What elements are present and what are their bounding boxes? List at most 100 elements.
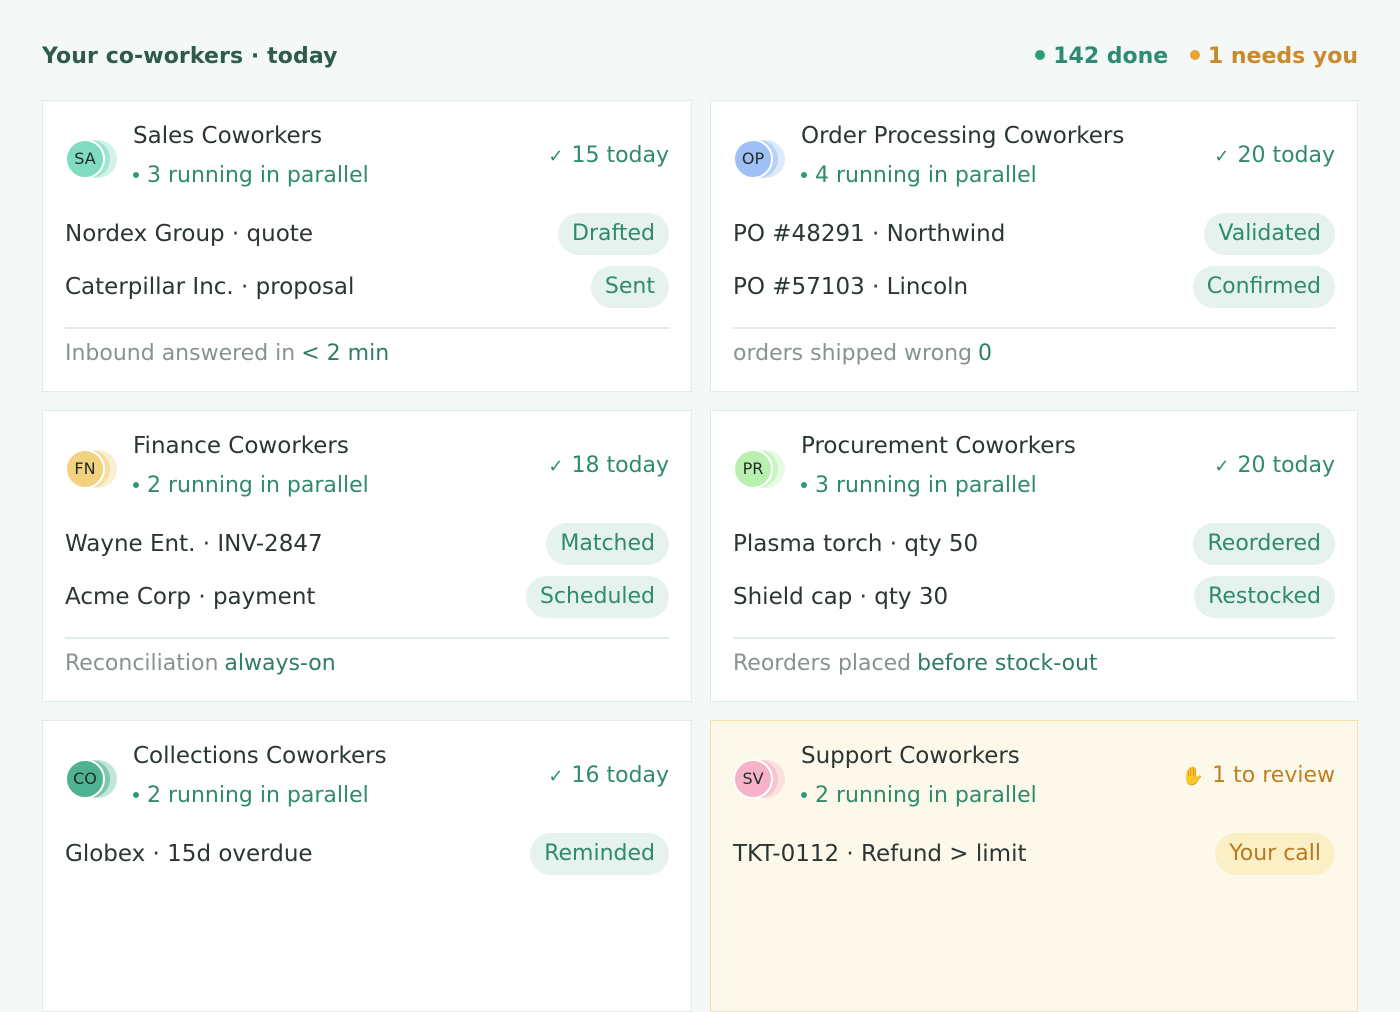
avatar-stack: SV bbox=[733, 759, 789, 799]
coworker-card[interactable]: PR Procurement Coworkers 3 running in para… bbox=[710, 410, 1358, 702]
task-row[interactable]: PO #48291 · Northwind Validated bbox=[733, 213, 1335, 257]
avatar: CO bbox=[65, 759, 105, 799]
running-text: 3 running in parallel bbox=[815, 473, 1037, 498]
today-count[interactable]: ✋ 1 to review bbox=[1182, 763, 1335, 788]
card-title: Collections Coworkers bbox=[133, 743, 387, 769]
today-count: ✓ 16 today bbox=[548, 763, 669, 788]
done-count: 142 done bbox=[1035, 44, 1168, 69]
today-count: ✓ 20 today bbox=[1214, 453, 1335, 478]
running-dot-icon bbox=[801, 482, 807, 488]
card-divider bbox=[733, 327, 1335, 329]
avatar-stack: SA bbox=[65, 139, 121, 179]
coworker-card[interactable]: SA Sales Coworkers 3 running in parallel ✓ 1… bbox=[42, 100, 692, 392]
running-status: 3 running in parallel bbox=[801, 473, 1037, 498]
task-label: Caterpillar Inc. · proposal bbox=[65, 274, 355, 300]
task-row[interactable]: Caterpillar Inc. · proposal Sent bbox=[65, 266, 669, 310]
status-badge: Matched bbox=[546, 523, 669, 565]
today-count: ✓ 18 today bbox=[548, 453, 669, 478]
metric-label: Reconciliation bbox=[65, 651, 219, 676]
running-status: 2 running in parallel bbox=[133, 783, 369, 808]
coworker-card[interactable]: SV Support Coworkers 2 running in parallel… bbox=[710, 720, 1358, 1012]
needs-dot-icon bbox=[1189, 50, 1200, 60]
done-dot-icon bbox=[1035, 50, 1046, 60]
task-row[interactable]: PO #57103 · Lincoln Confirmed bbox=[733, 266, 1335, 310]
card-title: Procurement Coworkers bbox=[801, 433, 1076, 459]
avatar-stack: CO bbox=[65, 759, 121, 799]
running-dot-icon bbox=[801, 792, 807, 798]
hand-icon: ✋ bbox=[1181, 766, 1205, 787]
avatar-stack: OP bbox=[733, 139, 789, 179]
check-icon: ✓ bbox=[548, 146, 564, 167]
card-metric: Reorders placed before stock-out bbox=[733, 651, 1098, 676]
running-dot-icon bbox=[133, 172, 139, 178]
needs-you-count[interactable]: 1 needs you bbox=[1189, 44, 1358, 69]
status-badge: Drafted bbox=[558, 213, 669, 255]
running-dot-icon bbox=[133, 482, 139, 488]
task-row[interactable]: Nordex Group · quote Drafted bbox=[65, 213, 669, 257]
running-text: 2 running in parallel bbox=[147, 473, 369, 498]
task-label: Wayne Ent. · INV-2847 bbox=[65, 531, 323, 557]
avatar: SV bbox=[733, 759, 773, 799]
avatar-stack: FN bbox=[65, 449, 121, 489]
summary-stats: 142 done 1 needs you bbox=[1035, 44, 1358, 69]
task-row[interactable]: Shield cap · qty 30 Restocked bbox=[733, 576, 1335, 620]
metric-value: < 2 min bbox=[301, 341, 390, 366]
task-label: Plasma torch · qty 50 bbox=[733, 531, 979, 557]
status-badge: Restocked bbox=[1194, 576, 1335, 618]
metric-label: orders shipped wrong bbox=[733, 341, 972, 366]
task-row[interactable]: Wayne Ent. · INV-2847 Matched bbox=[65, 523, 669, 567]
status-badge[interactable]: Your call bbox=[1215, 833, 1335, 875]
coworker-card[interactable]: OP Order Processing Coworkers 4 running in… bbox=[710, 100, 1358, 392]
metric-value: always-on bbox=[224, 651, 336, 676]
card-title: Support Coworkers bbox=[801, 743, 1020, 769]
avatar: FN bbox=[65, 449, 105, 489]
avatar: PR bbox=[733, 449, 773, 489]
today-count-text: 20 today bbox=[1237, 143, 1335, 168]
needs-text: 1 needs you bbox=[1207, 44, 1358, 69]
check-icon: ✓ bbox=[548, 766, 564, 787]
running-dot-icon bbox=[133, 792, 139, 798]
avatar: OP bbox=[733, 139, 773, 179]
running-status: 3 running in parallel bbox=[133, 163, 369, 188]
page-header: Your co-workers · today 142 done 1 needs… bbox=[42, 40, 1358, 80]
running-status: 2 running in parallel bbox=[801, 783, 1037, 808]
today-count-text: 20 today bbox=[1237, 453, 1335, 478]
task-label: PO #57103 · Lincoln bbox=[733, 274, 969, 300]
today-count-text: 16 today bbox=[571, 763, 669, 788]
task-row[interactable]: Plasma torch · qty 50 Reordered bbox=[733, 523, 1335, 567]
card-metric: Inbound answered in < 2 min bbox=[65, 341, 389, 366]
coworker-card[interactable]: FN Finance Coworkers 2 running in parallel… bbox=[42, 410, 692, 702]
running-text: 2 running in parallel bbox=[815, 783, 1037, 808]
metric-label: Inbound answered in bbox=[65, 341, 296, 366]
status-badge: Validated bbox=[1204, 213, 1335, 255]
metric-value: 0 bbox=[977, 341, 992, 366]
running-status: 2 running in parallel bbox=[133, 473, 369, 498]
task-label: Globex · 15d overdue bbox=[65, 841, 313, 867]
status-badge: Reminded bbox=[530, 833, 669, 875]
task-row[interactable]: Acme Corp · payment Scheduled bbox=[65, 576, 669, 620]
task-label: Shield cap · qty 30 bbox=[733, 584, 949, 610]
check-icon: ✓ bbox=[1214, 456, 1230, 477]
task-row[interactable]: TKT-0112 · Refund > limit Your call bbox=[733, 833, 1335, 877]
card-metric: orders shipped wrong 0 bbox=[733, 341, 992, 366]
card-metric: Reconciliation always-on bbox=[65, 651, 336, 676]
today-count: ✓ 15 today bbox=[548, 143, 669, 168]
card-divider bbox=[65, 327, 669, 329]
coworker-card[interactable]: CO Collections Coworkers 2 running in para… bbox=[42, 720, 692, 1012]
metric-value: before stock-out bbox=[917, 651, 1098, 676]
task-row[interactable]: Globex · 15d overdue Reminded bbox=[65, 833, 669, 877]
check-icon: ✓ bbox=[1214, 146, 1230, 167]
today-count-text: 15 today bbox=[571, 143, 669, 168]
avatar-stack: PR bbox=[733, 449, 789, 489]
status-badge: Scheduled bbox=[525, 576, 669, 618]
today-count: ✓ 20 today bbox=[1214, 143, 1335, 168]
task-label: TKT-0112 · Refund > limit bbox=[733, 841, 1027, 867]
avatar: SA bbox=[65, 139, 105, 179]
page-title: Your co-workers · today bbox=[42, 44, 338, 69]
card-title: Finance Coworkers bbox=[133, 433, 349, 459]
task-label: Nordex Group · quote bbox=[65, 221, 313, 247]
check-icon: ✓ bbox=[548, 456, 564, 477]
running-text: 3 running in parallel bbox=[147, 163, 369, 188]
running-status: 4 running in parallel bbox=[801, 163, 1037, 188]
today-count-text: 18 today bbox=[571, 453, 669, 478]
